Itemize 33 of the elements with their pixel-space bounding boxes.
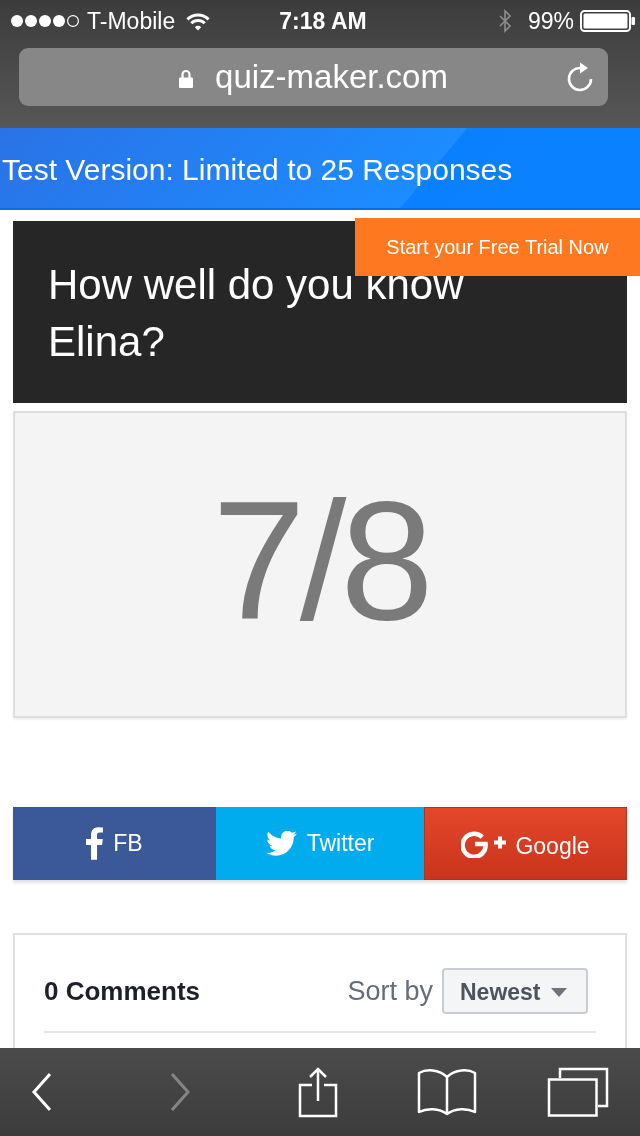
bookmarks-button[interactable]	[417, 1068, 477, 1116]
share-button[interactable]	[298, 1066, 338, 1118]
status-time: 7:18 AM	[279, 7, 367, 35]
back-button[interactable]	[31, 1072, 53, 1112]
signal-dots-icon	[10, 14, 80, 28]
banner-text: Test Version: Limited to 25 Responses	[2, 152, 513, 188]
comments-count: 0 Comments	[44, 975, 201, 1007]
bluetooth-icon	[498, 9, 511, 33]
battery-icon	[580, 10, 636, 32]
reload-button[interactable]	[566, 62, 594, 92]
score-text: 7/8	[212, 470, 428, 651]
battery-percent: 99%	[527, 7, 574, 35]
book-icon	[417, 1068, 477, 1116]
wifi-icon	[185, 11, 212, 31]
caret-icon	[550, 987, 567, 997]
fb-share-button[interactable]: FB	[13, 807, 216, 880]
tabs-icon	[547, 1067, 609, 1117]
sort-dropdown[interactable]: Newest	[442, 968, 588, 1014]
twitter-share-button[interactable]: Twitter	[216, 807, 424, 880]
share-icon	[298, 1066, 338, 1118]
url-field[interactable]: quiz-maker.com	[19, 48, 608, 106]
tabs-button[interactable]	[547, 1067, 609, 1117]
chevron-left-icon	[31, 1072, 53, 1112]
g-plus-icon	[461, 829, 508, 858]
free-trial-button[interactable]: Start your Free Trial Now	[355, 218, 640, 276]
sort-label: Sort by	[347, 975, 433, 1007]
bird-icon	[265, 831, 297, 856]
reload-icon	[566, 62, 594, 92]
carrier-name: T-Mobile	[87, 7, 176, 35]
google-share-button[interactable]: Google	[424, 807, 627, 880]
chevron-right-icon	[169, 1072, 191, 1112]
url-text: quiz-maker.com	[215, 57, 448, 97]
f-logo-icon	[86, 827, 104, 860]
